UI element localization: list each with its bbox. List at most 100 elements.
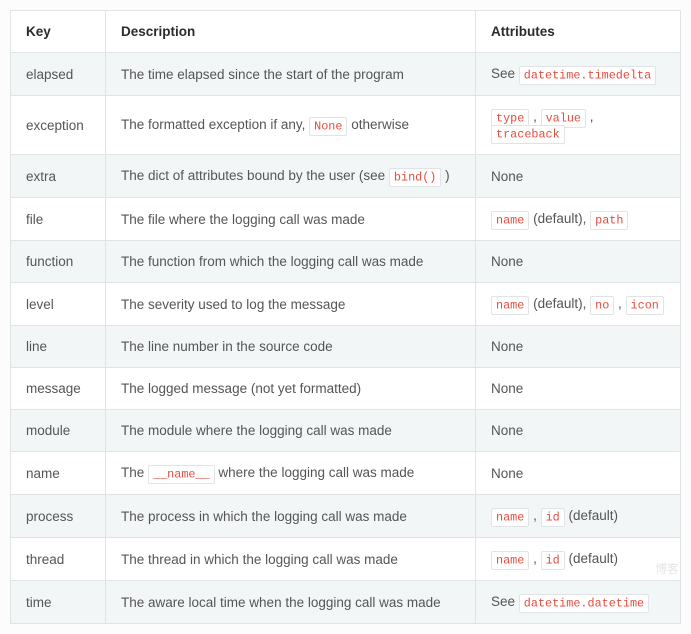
text-span: The logged message (not yet formatted): [121, 381, 361, 396]
cell-key: name: [11, 452, 106, 495]
text-span: None: [491, 423, 523, 438]
text-span: where the logging call was made: [215, 465, 415, 480]
text-span: ,: [529, 508, 540, 523]
cell-key: function: [11, 241, 106, 283]
cell-attributes: type , value , traceback: [476, 96, 681, 155]
header-desc: Description: [106, 11, 476, 53]
table-row: file The file where the logging call was …: [11, 198, 681, 241]
cell-attributes: None: [476, 326, 681, 368]
text-span: The dict of attributes bound by the user…: [121, 168, 389, 183]
cell-attributes: None: [476, 410, 681, 452]
text-span: None: [491, 339, 523, 354]
text-span: The thread in which the logging call was…: [121, 552, 398, 567]
text-span: The severity used to log the message: [121, 297, 345, 312]
cell-attributes: See datetime.timedelta: [476, 53, 681, 96]
cell-description: The module where the logging call was ma…: [106, 410, 476, 452]
text-span: The module where the logging call was ma…: [121, 423, 392, 438]
inline-code: traceback: [491, 125, 565, 144]
cell-description: The aware local time when the logging ca…: [106, 581, 476, 624]
text-span: ,: [529, 551, 540, 566]
header-attr: Attributes: [476, 11, 681, 53]
cell-description: The line number in the source code: [106, 326, 476, 368]
text-span: The formatted exception if any,: [121, 117, 309, 132]
text-span: The function from which the logging call…: [121, 254, 423, 269]
cell-key: line: [11, 326, 106, 368]
text-span: (default): [565, 508, 618, 523]
text-span: The: [121, 465, 148, 480]
cell-description: The thread in which the logging call was…: [106, 538, 476, 581]
cell-description: The function from which the logging call…: [106, 241, 476, 283]
cell-description: The file where the logging call was made: [106, 198, 476, 241]
cell-key: extra: [11, 155, 106, 198]
cell-description: The severity used to log the message: [106, 283, 476, 326]
inline-code: id: [541, 508, 565, 527]
cell-key: time: [11, 581, 106, 624]
text-span: (default): [565, 551, 618, 566]
table-row: level The severity used to log the messag…: [11, 283, 681, 326]
text-span: The time elapsed since the start of the …: [121, 67, 404, 82]
inline-code: datetime.timedelta: [519, 66, 656, 85]
table-row: function The function from which the logg…: [11, 241, 681, 283]
cell-description: The logged message (not yet formatted): [106, 368, 476, 410]
cell-key: level: [11, 283, 106, 326]
text-span: None: [491, 466, 523, 481]
cell-description: The time elapsed since the start of the …: [106, 53, 476, 96]
text-span: None: [491, 254, 523, 269]
header-key: Key: [11, 11, 106, 53]
table-row: lineThe line number in the source code No…: [11, 326, 681, 368]
table-row: nameThe __name__ where the logging call …: [11, 452, 681, 495]
inline-code: id: [541, 551, 565, 570]
text-span: The process in which the logging call wa…: [121, 509, 407, 524]
cell-key: thread: [11, 538, 106, 581]
cell-attributes: None: [476, 241, 681, 283]
text-span: See: [491, 594, 519, 609]
text-span: See: [491, 66, 519, 81]
cell-description: The formatted exception if any, None oth…: [106, 96, 476, 155]
inline-code: datetime.datetime: [519, 594, 649, 613]
table-row: message The logged message (not yet forma…: [11, 368, 681, 410]
text-span: ,: [614, 296, 625, 311]
cell-attributes: name (default), path: [476, 198, 681, 241]
text-span: (default),: [529, 296, 590, 311]
table-row: elapsed The time elapsed since the start …: [11, 53, 681, 96]
cell-key: process: [11, 495, 106, 538]
text-span: The aware local time when the logging ca…: [121, 595, 441, 610]
table-row: thread The thread in which the logging ca…: [11, 538, 681, 581]
text-span: ,: [529, 109, 540, 124]
attributes-table: Key Description Attributes elapsed The ti…: [10, 10, 681, 624]
cell-description: The dict of attributes bound by the user…: [106, 155, 476, 198]
cell-attributes: name (default), no , icon: [476, 283, 681, 326]
text-span: None: [491, 381, 523, 396]
text-span: ): [441, 168, 449, 183]
cell-attributes: name , id (default): [476, 538, 681, 581]
table-row: moduleThe module where the logging call …: [11, 410, 681, 452]
cell-description: The process in which the logging call wa…: [106, 495, 476, 538]
cell-attributes: See datetime.datetime: [476, 581, 681, 624]
inline-code: name: [491, 551, 529, 570]
inline-code: name: [491, 508, 529, 527]
table-body: elapsed The time elapsed since the start …: [11, 53, 681, 624]
cell-attributes: None: [476, 368, 681, 410]
text-span: ,: [586, 109, 594, 124]
text-span: None: [491, 169, 523, 184]
inline-code: name: [491, 296, 529, 315]
cell-key: file: [11, 198, 106, 241]
inline-code: no: [590, 296, 614, 315]
cell-description: The __name__ where the logging call was …: [106, 452, 476, 495]
inline-code: None: [309, 117, 347, 136]
text-span: The file where the logging call was made: [121, 212, 365, 227]
table-row: exceptionThe formatted exception if any,…: [11, 96, 681, 155]
inline-code: bind(): [389, 168, 441, 187]
inline-code: icon: [626, 296, 664, 315]
table-row: time The aware local time when the loggin…: [11, 581, 681, 624]
cell-attributes: name , id (default): [476, 495, 681, 538]
cell-attributes: None: [476, 452, 681, 495]
inline-code: path: [590, 211, 628, 230]
cell-key: message: [11, 368, 106, 410]
inline-code: name: [491, 211, 529, 230]
text-span: otherwise: [347, 117, 409, 132]
text-span: (default),: [529, 211, 590, 226]
cell-attributes: None: [476, 155, 681, 198]
cell-key: exception: [11, 96, 106, 155]
cell-key: elapsed: [11, 53, 106, 96]
